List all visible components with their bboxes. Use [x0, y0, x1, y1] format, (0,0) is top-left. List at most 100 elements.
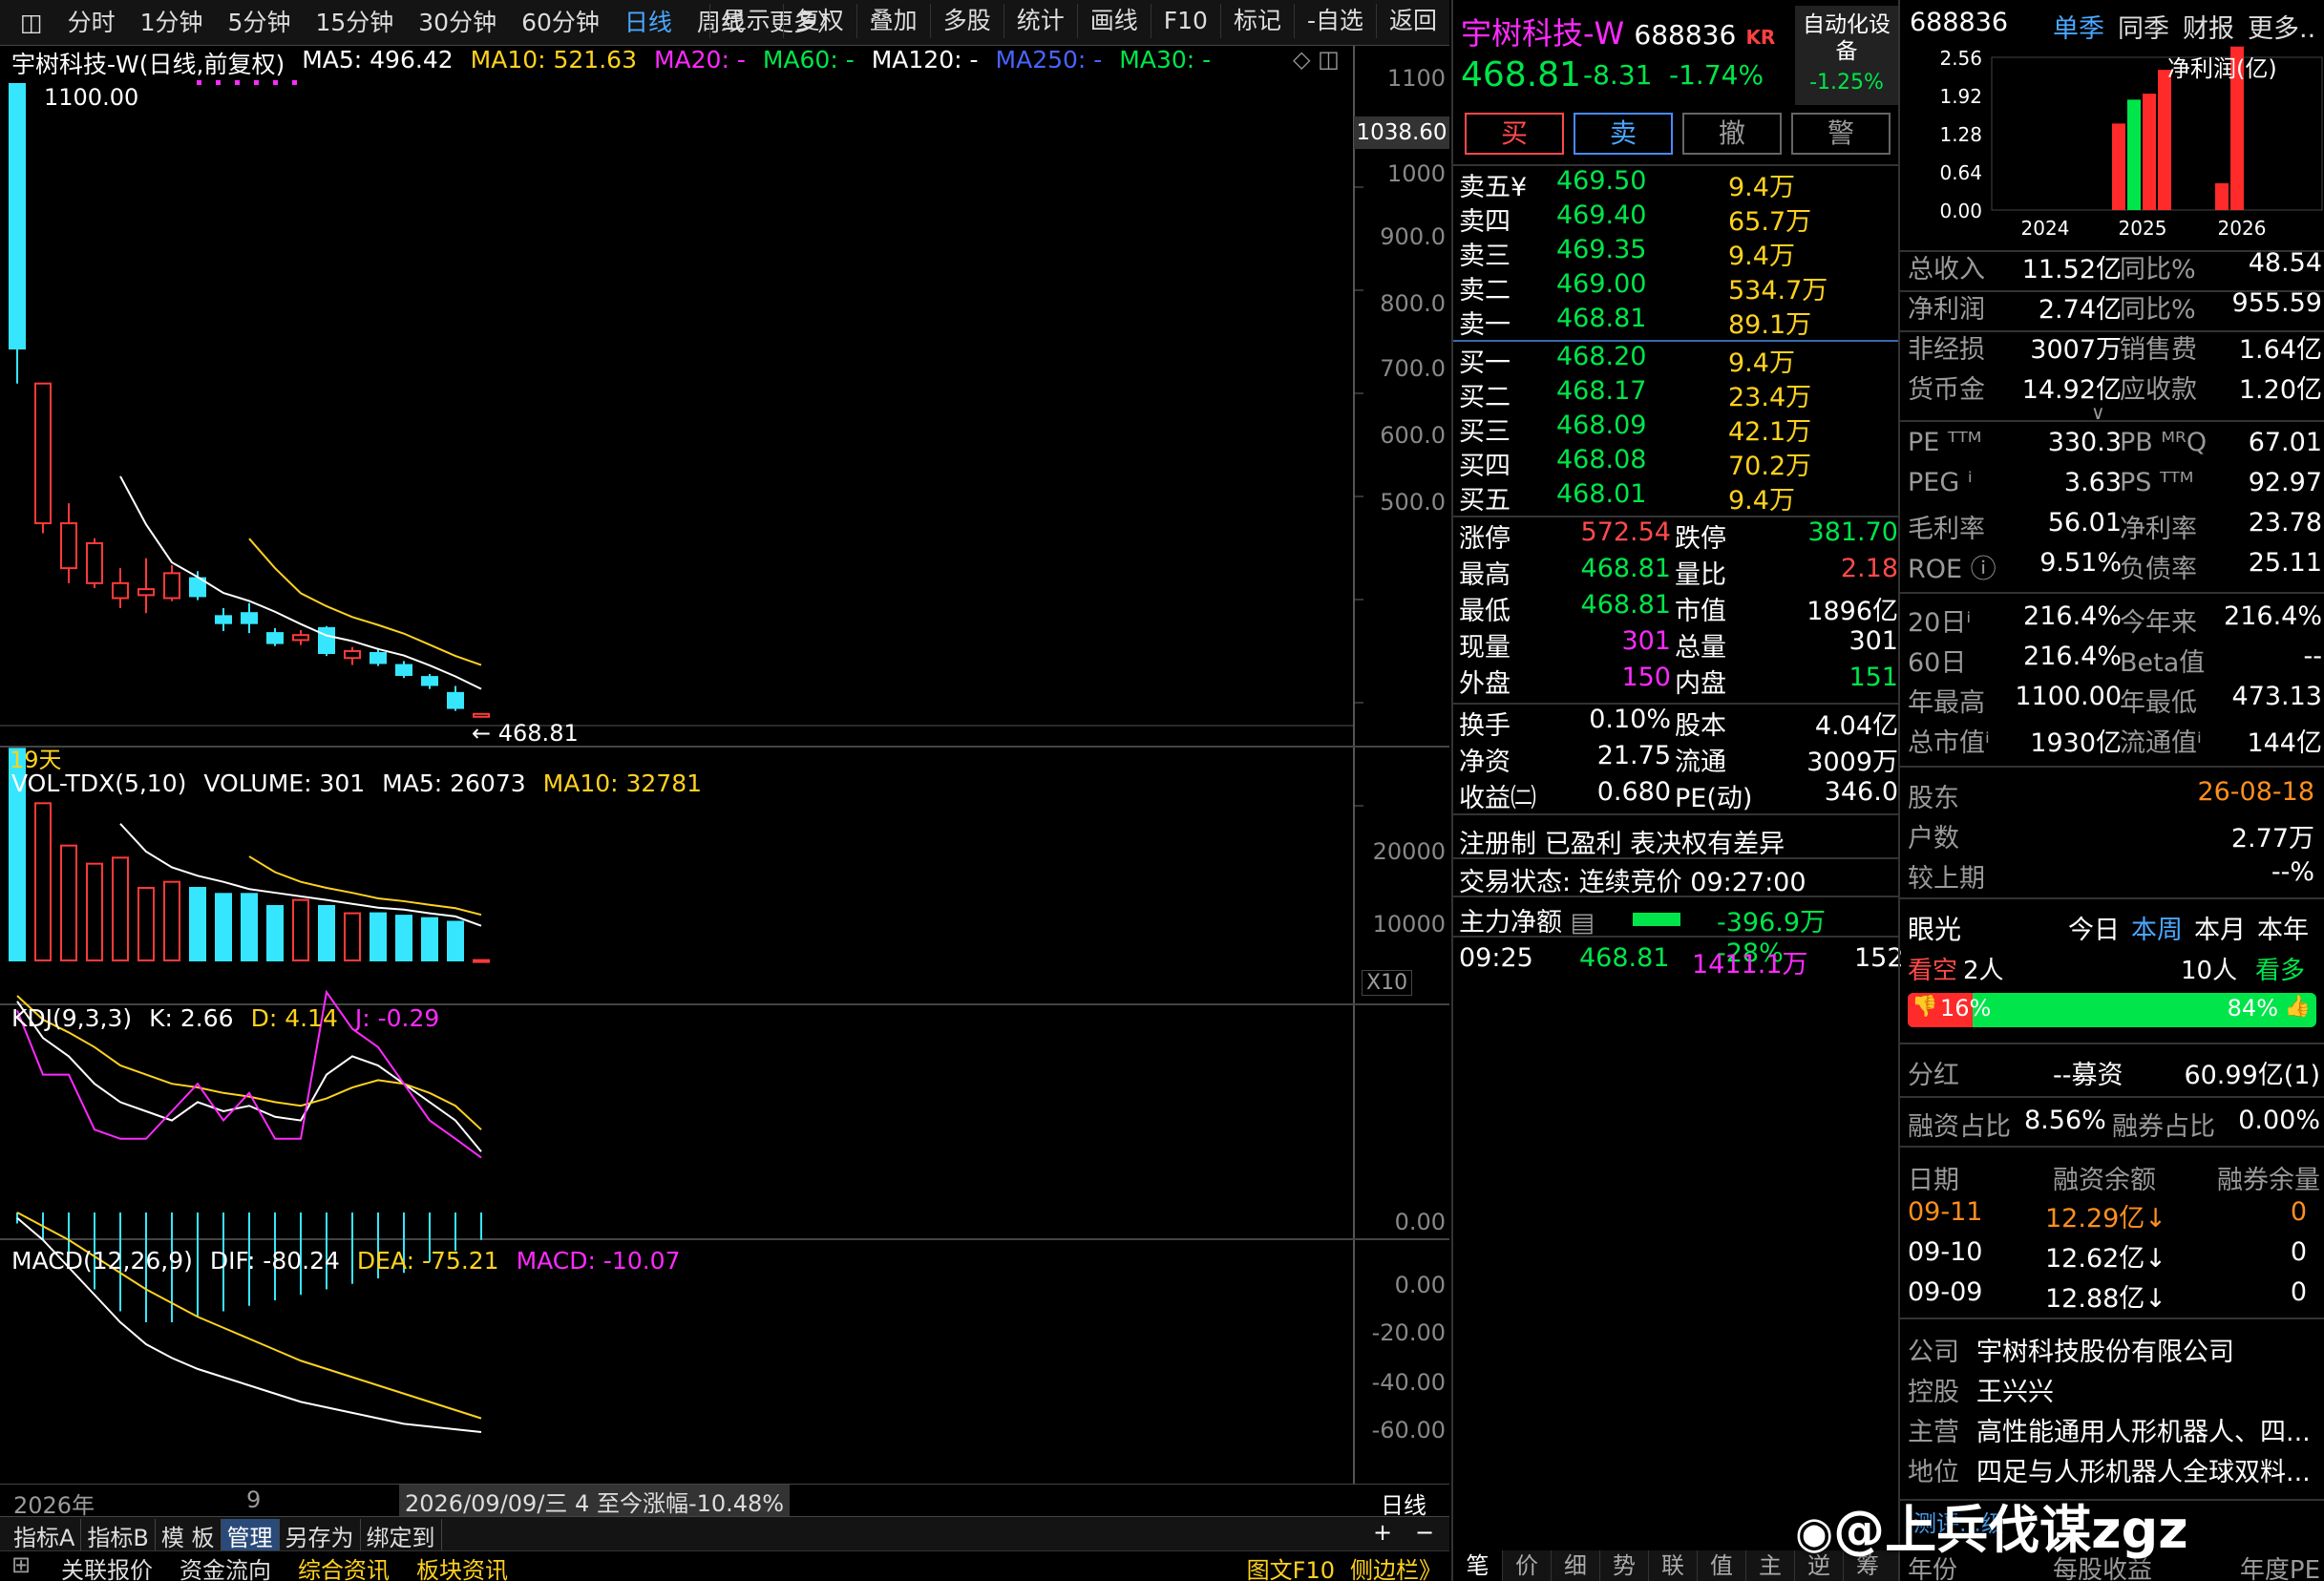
toolbar-button[interactable]: 复权 — [782, 4, 856, 38]
stat-cell: 0.680 — [1596, 777, 1671, 807]
candle-body — [421, 676, 438, 686]
detail-tab[interactable]: 笔 — [1453, 1550, 1502, 1581]
stat-cell: PE(动) — [1675, 784, 1753, 813]
toolbar-button[interactable]: 统计 — [1003, 4, 1077, 38]
period-tab[interactable]: 60分钟 — [509, 6, 612, 40]
ask-row[interactable]: 卖四 469.40 65.7万 — [1459, 200, 1902, 237]
ask-row[interactable]: 卖三 469.35 9.4万 — [1459, 235, 1902, 271]
detail-tab[interactable]: 价 — [1502, 1550, 1551, 1581]
expand-icon[interactable]: ⊞ — [11, 1551, 31, 1578]
info-link[interactable]: 关联报价 — [61, 1551, 153, 1581]
toolbar-button[interactable]: 画线 — [1076, 4, 1151, 38]
kdj-title[interactable]: KDJ(9,3,3) — [11, 1004, 132, 1032]
y-axis-tick: 900.0 — [1380, 223, 1446, 250]
ob-price: 469.35 — [1556, 235, 1647, 264]
fin-cell: 144亿 — [2247, 728, 2322, 758]
chart-settings-icon[interactable]: ◇ ◫ — [1293, 46, 1340, 73]
indicator-tab[interactable]: 指标B — [81, 1519, 156, 1552]
ask-row[interactable]: 卖五¥ 469.50 9.4万 — [1459, 166, 1902, 202]
sell-button[interactable]: 卖 — [1574, 113, 1673, 155]
period-tab[interactable]: 分时 — [55, 6, 128, 40]
panel-toggle-icon[interactable]: ◫ — [8, 6, 55, 40]
detail-tab[interactable]: 细 — [1551, 1550, 1599, 1581]
bid-row[interactable]: 买三 468.09 42.1万 — [1459, 411, 1902, 447]
detail-tab[interactable]: 主 — [1745, 1550, 1794, 1581]
period-tab[interactable]: 30分钟 — [406, 6, 509, 40]
bid-row[interactable]: 买二 468.17 23.4万 — [1459, 376, 1902, 412]
period-tab[interactable]: 1分钟 — [128, 6, 216, 40]
indicator-tab[interactable]: 管理 — [221, 1519, 280, 1552]
ob-price: 469.40 — [1556, 200, 1647, 230]
margin-cell: 12.62亿↓ — [2045, 1244, 2166, 1274]
indicator-tab[interactable]: 另存为 — [280, 1519, 361, 1552]
period-tab[interactable]: 15分钟 — [303, 6, 406, 40]
list-icon[interactable]: ▤ — [1571, 908, 1595, 938]
toolbar-button[interactable]: -自选 — [1293, 4, 1376, 38]
vision-tab[interactable]: 今日 — [2068, 909, 2120, 946]
detail-tab[interactable]: 势 — [1599, 1550, 1648, 1581]
bid-row[interactable]: 买一 468.20 9.4万 — [1459, 342, 1902, 378]
side-link[interactable]: 侧边栏》 — [1350, 1551, 1442, 1581]
period-tab[interactable]: 日线 — [612, 6, 685, 40]
detail-tab[interactable]: 值 — [1697, 1550, 1745, 1581]
buy-button[interactable]: 买 — [1465, 113, 1564, 155]
fin-row: 毛利率 56.01 净利率 23.78 — [1908, 508, 2324, 544]
fin-tab[interactable]: 同季 — [2118, 8, 2169, 45]
toolbar-button[interactable]: 多股 — [929, 4, 1004, 38]
fin-tab[interactable]: 财报 — [2183, 8, 2234, 45]
indicator-tab[interactable]: 绑定到 — [361, 1519, 442, 1552]
toolbar-button[interactable]: 返回 — [1375, 4, 1449, 38]
ma5-value: MA5: 496.42 — [302, 46, 454, 74]
cancel-order-button[interactable]: 撤 — [1682, 113, 1782, 155]
fin-tab[interactable]: 单季 — [2053, 8, 2104, 45]
indicator-tab[interactable]: 指标A — [8, 1519, 82, 1552]
detail-tab[interactable]: 联 — [1648, 1550, 1697, 1581]
toolbar-button[interactable]: 叠加 — [856, 4, 930, 38]
bid-row[interactable]: 买四 468.08 70.2万 — [1459, 445, 1902, 481]
fin-cell: 销售费 — [2120, 335, 2197, 365]
alert-button[interactable]: 警 — [1791, 113, 1891, 155]
fin-row: ROE ⓘ 9.51% 负债率 25.11 — [1908, 548, 2324, 584]
ob-label: 买三 — [1459, 417, 1511, 447]
zoom-out-button[interactable]: − — [1415, 1519, 1434, 1546]
toolbar-button[interactable]: F10 — [1150, 4, 1220, 38]
fin-tab[interactable]: 更多.. — [2248, 8, 2315, 45]
vision-tab[interactable]: 本年 — [2257, 909, 2309, 946]
holder-label: 户数 — [1908, 824, 1959, 854]
macd-dea: DEA: -75.21 — [356, 1247, 499, 1275]
macd-title[interactable]: MACD(12,26,9) — [11, 1247, 193, 1275]
ask-row[interactable]: 卖一 468.81 89.1万 — [1459, 304, 1902, 340]
vol-ma5: MA5: 26073 — [382, 769, 526, 797]
bid-row[interactable]: 买五 468.01 9.4万 — [1459, 479, 1902, 516]
cursor-price-tag: 1038.60 — [1354, 116, 1449, 149]
info-link[interactable]: 资金流向 — [180, 1551, 271, 1581]
indicator-tab[interactable]: 模 板 — [156, 1519, 222, 1552]
vol-ma10: MA10: 32781 — [542, 769, 703, 797]
chart-area[interactable]: 宇树科技-W(日线,前复权) MA5: 496.42 MA10: 521.63 … — [0, 46, 1449, 1501]
period-tab[interactable]: 5分钟 — [216, 6, 304, 40]
ask-row[interactable]: 卖二 469.00 534.7万 — [1459, 269, 1902, 306]
vol-title[interactable]: VOL-TDX(5,10) — [11, 769, 186, 797]
divider — [1900, 250, 2324, 252]
candle-body — [473, 712, 490, 718]
toolbar-button[interactable]: 标记 — [1219, 4, 1294, 38]
side-link[interactable]: 图文F10 — [1247, 1551, 1335, 1581]
info-link[interactable]: 板块资讯 — [416, 1551, 508, 1581]
ob-price: 468.17 — [1556, 376, 1647, 406]
margin-head: 融资余额 — [2053, 1166, 2156, 1195]
industry-box[interactable]: 自动化设备 -1.25% — [1795, 6, 1898, 105]
listing-note: 注册制 已盈利 表决权有差异 — [1459, 830, 1785, 859]
thumb-up-icon[interactable]: 👍 — [2285, 995, 2311, 1019]
ob-label: 卖二 — [1459, 276, 1511, 306]
toolbar-button[interactable]: 显示 — [708, 4, 783, 38]
info-link[interactable]: 综合资讯 — [298, 1551, 390, 1581]
zoom-in-button[interactable]: + — [1373, 1519, 1392, 1546]
holder-value: 2.77万 — [2230, 824, 2314, 854]
ma20-dot — [216, 80, 221, 85]
fin-cell: 20日ⁱ — [1908, 608, 1972, 638]
divider — [1900, 897, 2324, 899]
vision-tab[interactable]: 本月 — [2194, 909, 2246, 946]
vision-tab[interactable]: 本周 — [2131, 909, 2183, 946]
thumb-down-icon[interactable]: 👎 — [1912, 995, 1937, 1019]
stat-cell: 151 — [1849, 663, 1898, 692]
